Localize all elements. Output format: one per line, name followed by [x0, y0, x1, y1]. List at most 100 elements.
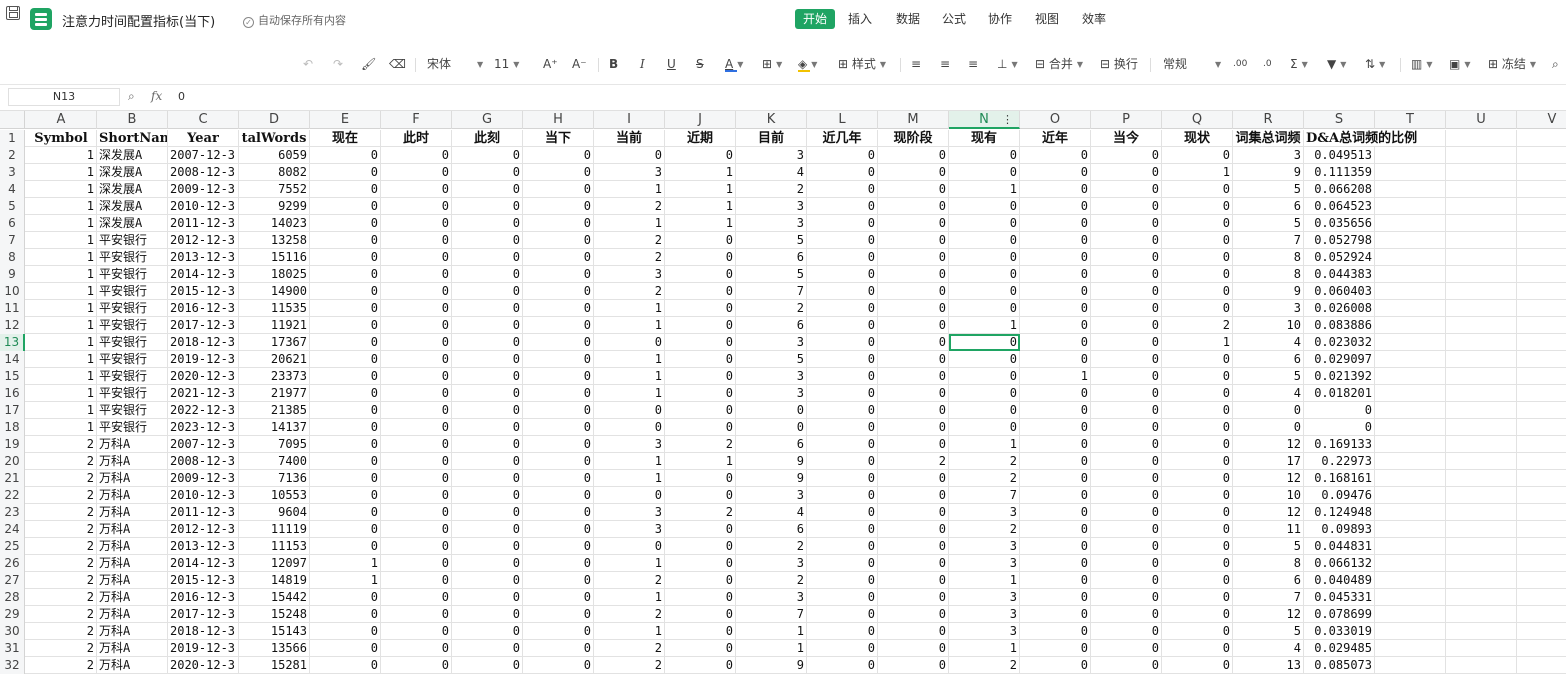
cell-V3[interactable]	[1517, 164, 1566, 181]
cell-P25[interactable]: 0	[1091, 538, 1162, 555]
cell-N13[interactable]: 0	[949, 334, 1020, 351]
cell-L14[interactable]: 0	[807, 351, 878, 368]
cell-D12[interactable]: 11921	[239, 317, 310, 334]
cell-M32[interactable]: 0	[878, 657, 949, 674]
cell-R23[interactable]: 12	[1233, 504, 1304, 521]
cell-B7[interactable]: 平安银行	[97, 232, 168, 249]
cell-L29[interactable]: 0	[807, 606, 878, 623]
cell-G17[interactable]: 0	[452, 402, 523, 419]
cell-Q14[interactable]: 0	[1162, 351, 1233, 368]
cell-J25[interactable]: 0	[665, 538, 736, 555]
cell-J7[interactable]: 0	[665, 232, 736, 249]
cell-L17[interactable]: 0	[807, 402, 878, 419]
cell-G29[interactable]: 0	[452, 606, 523, 623]
cell-I25[interactable]: 0	[594, 538, 665, 555]
cell-U30[interactable]	[1446, 623, 1517, 640]
cell-M7[interactable]: 0	[878, 232, 949, 249]
cell-B15[interactable]: 平安银行	[97, 368, 168, 385]
cell-M14[interactable]: 0	[878, 351, 949, 368]
cell-R15[interactable]: 5	[1233, 368, 1304, 385]
cell-O7[interactable]: 0	[1020, 232, 1091, 249]
cell-U14[interactable]	[1446, 351, 1517, 368]
cell-H15[interactable]: 0	[523, 368, 594, 385]
cell-G24[interactable]: 0	[452, 521, 523, 538]
cell-C19[interactable]: 2007-12-3	[168, 436, 239, 453]
cell-N24[interactable]: 2	[949, 521, 1020, 538]
row-header[interactable]: 7	[0, 232, 25, 249]
cell-I17[interactable]: 0	[594, 402, 665, 419]
cell-P13[interactable]: 0	[1091, 334, 1162, 351]
cell-M16[interactable]: 0	[878, 385, 949, 402]
cell-L21[interactable]: 0	[807, 470, 878, 487]
cell-I9[interactable]: 3	[594, 266, 665, 283]
cell-J3[interactable]: 1	[665, 164, 736, 181]
cell-Q18[interactable]: 0	[1162, 419, 1233, 436]
cell-E20[interactable]: 0	[310, 453, 381, 470]
cell-M11[interactable]: 0	[878, 300, 949, 317]
cell-A26[interactable]: 2	[26, 555, 97, 572]
cell-B2[interactable]: 深发展A	[97, 147, 168, 164]
cell-P10[interactable]: 0	[1091, 283, 1162, 300]
cell-J23[interactable]: 2	[665, 504, 736, 521]
cell-G21[interactable]: 0	[452, 470, 523, 487]
column-menu-icon[interactable]: ⋮	[1002, 111, 1013, 129]
cell-A13[interactable]: 1	[26, 334, 97, 351]
cell-K16[interactable]: 3	[736, 385, 807, 402]
cell-O23[interactable]: 0	[1020, 504, 1091, 521]
cell-A23[interactable]: 2	[26, 504, 97, 521]
cell-I11[interactable]: 1	[594, 300, 665, 317]
cell-P7[interactable]: 0	[1091, 232, 1162, 249]
cell-O29[interactable]: 0	[1020, 606, 1091, 623]
cell-R14[interactable]: 6	[1233, 351, 1304, 368]
cell-T14[interactable]	[1375, 351, 1446, 368]
cell-J11[interactable]: 0	[665, 300, 736, 317]
row-header[interactable]: 21	[0, 470, 25, 487]
column-header-S[interactable]: S	[1304, 111, 1375, 129]
cell-D26[interactable]: 12097	[239, 555, 310, 572]
cell-E24[interactable]: 0	[310, 521, 381, 538]
cell-Q6[interactable]: 0	[1162, 215, 1233, 232]
cell-I1[interactable]: 当前	[594, 130, 665, 147]
cell-F22[interactable]: 0	[381, 487, 452, 504]
cell-A10[interactable]: 1	[26, 283, 97, 300]
cell-V26[interactable]	[1517, 555, 1566, 572]
cell-T10[interactable]	[1375, 283, 1446, 300]
cell-B6[interactable]: 深发展A	[97, 215, 168, 232]
cell-E19[interactable]: 0	[310, 436, 381, 453]
cell-D6[interactable]: 14023	[239, 215, 310, 232]
cell-P16[interactable]: 0	[1091, 385, 1162, 402]
cell-G19[interactable]: 0	[452, 436, 523, 453]
cell-G1[interactable]: 此刻	[452, 130, 523, 147]
cell-N16[interactable]: 0	[949, 385, 1020, 402]
cell-E4[interactable]: 0	[310, 181, 381, 198]
cell-S18[interactable]: 0	[1304, 419, 1375, 436]
cell-J27[interactable]: 0	[665, 572, 736, 589]
cell-U12[interactable]	[1446, 317, 1517, 334]
cell-J26[interactable]: 0	[665, 555, 736, 572]
cell-D32[interactable]: 15281	[239, 657, 310, 674]
cell-Q5[interactable]: 0	[1162, 198, 1233, 215]
cell-N25[interactable]: 3	[949, 538, 1020, 555]
cell-K6[interactable]: 3	[736, 215, 807, 232]
cell-D16[interactable]: 21977	[239, 385, 310, 402]
cell-K12[interactable]: 6	[736, 317, 807, 334]
cell-H3[interactable]: 0	[523, 164, 594, 181]
cell-J1[interactable]: 近期	[665, 130, 736, 147]
cell-F12[interactable]: 0	[381, 317, 452, 334]
cell-T12[interactable]	[1375, 317, 1446, 334]
cell-A6[interactable]: 1	[26, 215, 97, 232]
cell-E6[interactable]: 0	[310, 215, 381, 232]
cell-K27[interactable]: 2	[736, 572, 807, 589]
cell-E27[interactable]: 1	[310, 572, 381, 589]
cell-V11[interactable]	[1517, 300, 1566, 317]
cell-Q15[interactable]: 0	[1162, 368, 1233, 385]
cell-B12[interactable]: 平安银行	[97, 317, 168, 334]
cell-A2[interactable]: 1	[26, 147, 97, 164]
cell-H19[interactable]: 0	[523, 436, 594, 453]
cell-H20[interactable]: 0	[523, 453, 594, 470]
cell-H21[interactable]: 0	[523, 470, 594, 487]
cell-O24[interactable]: 0	[1020, 521, 1091, 538]
cell-P3[interactable]: 0	[1091, 164, 1162, 181]
cell-F1[interactable]: 此时	[381, 130, 452, 147]
cell-F7[interactable]: 0	[381, 232, 452, 249]
